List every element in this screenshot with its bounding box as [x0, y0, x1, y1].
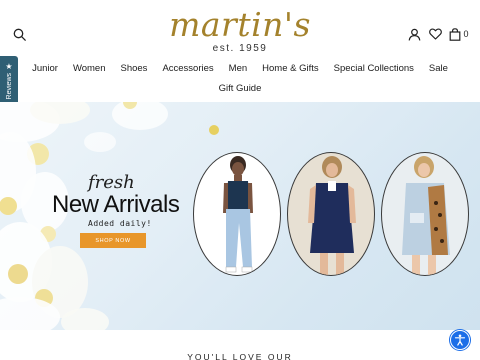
hero-model-photo-3 — [381, 152, 469, 276]
nav-item-sale[interactable]: Sale — [421, 63, 455, 74]
shop-now-button[interactable]: SHOP NOW — [80, 233, 146, 248]
main-nav: Junior Women Shoes Accessories Men Home … — [0, 63, 480, 74]
nav-item-men[interactable]: Men — [221, 63, 254, 74]
accessibility-icon — [454, 334, 466, 346]
site-header: martin's est. 1959 0 Junior Women Shoes … — [0, 0, 480, 102]
nav-item-special-collections[interactable]: Special Collections — [326, 63, 421, 74]
nav-item-home-gifts[interactable]: Home & Gifts — [255, 63, 327, 74]
hero-title: New Arrivals — [52, 191, 180, 218]
search-button[interactable] — [10, 25, 28, 43]
main-nav-row2: Gift Guide — [0, 83, 480, 94]
reviews-tab[interactable]: ★ Reviews — [0, 56, 18, 106]
nav-item-junior[interactable]: Junior — [25, 63, 66, 74]
hero-subtitle: Added daily! — [88, 219, 152, 228]
nav-item-women[interactable]: Women — [65, 63, 113, 74]
nav-item-accessories[interactable]: Accessories — [155, 63, 221, 74]
hero-model-photo-2 — [287, 152, 375, 276]
accessibility-button[interactable] — [450, 330, 470, 350]
star-icon: ★ — [5, 61, 13, 71]
logo-wordmark: martin's — [169, 5, 311, 44]
cart-count: 0 — [463, 29, 469, 39]
nav-item-gift-guide[interactable]: Gift Guide — [211, 83, 269, 94]
reviews-tab-label: Reviews — [5, 72, 13, 100]
site-logo[interactable]: martin's est. 1959 — [160, 8, 320, 56]
cart-button[interactable]: 0 — [446, 25, 472, 43]
hero-model-photo-1 — [193, 152, 281, 276]
account-button[interactable] — [405, 25, 423, 43]
nav-item-shoes[interactable]: Shoes — [113, 63, 155, 74]
section-heading: YOU'LL LOVE OUR — [187, 352, 293, 360]
search-icon — [13, 28, 26, 41]
heart-icon — [428, 28, 442, 40]
hero-script-text: fresh — [88, 172, 135, 193]
wishlist-button[interactable] — [426, 25, 444, 43]
bag-icon — [450, 27, 461, 41]
logo-established: est. 1959 — [212, 43, 268, 54]
account-icon — [408, 28, 420, 41]
hero-banner[interactable]: fresh New Arrivals Added daily! SHOP NOW — [0, 102, 480, 330]
